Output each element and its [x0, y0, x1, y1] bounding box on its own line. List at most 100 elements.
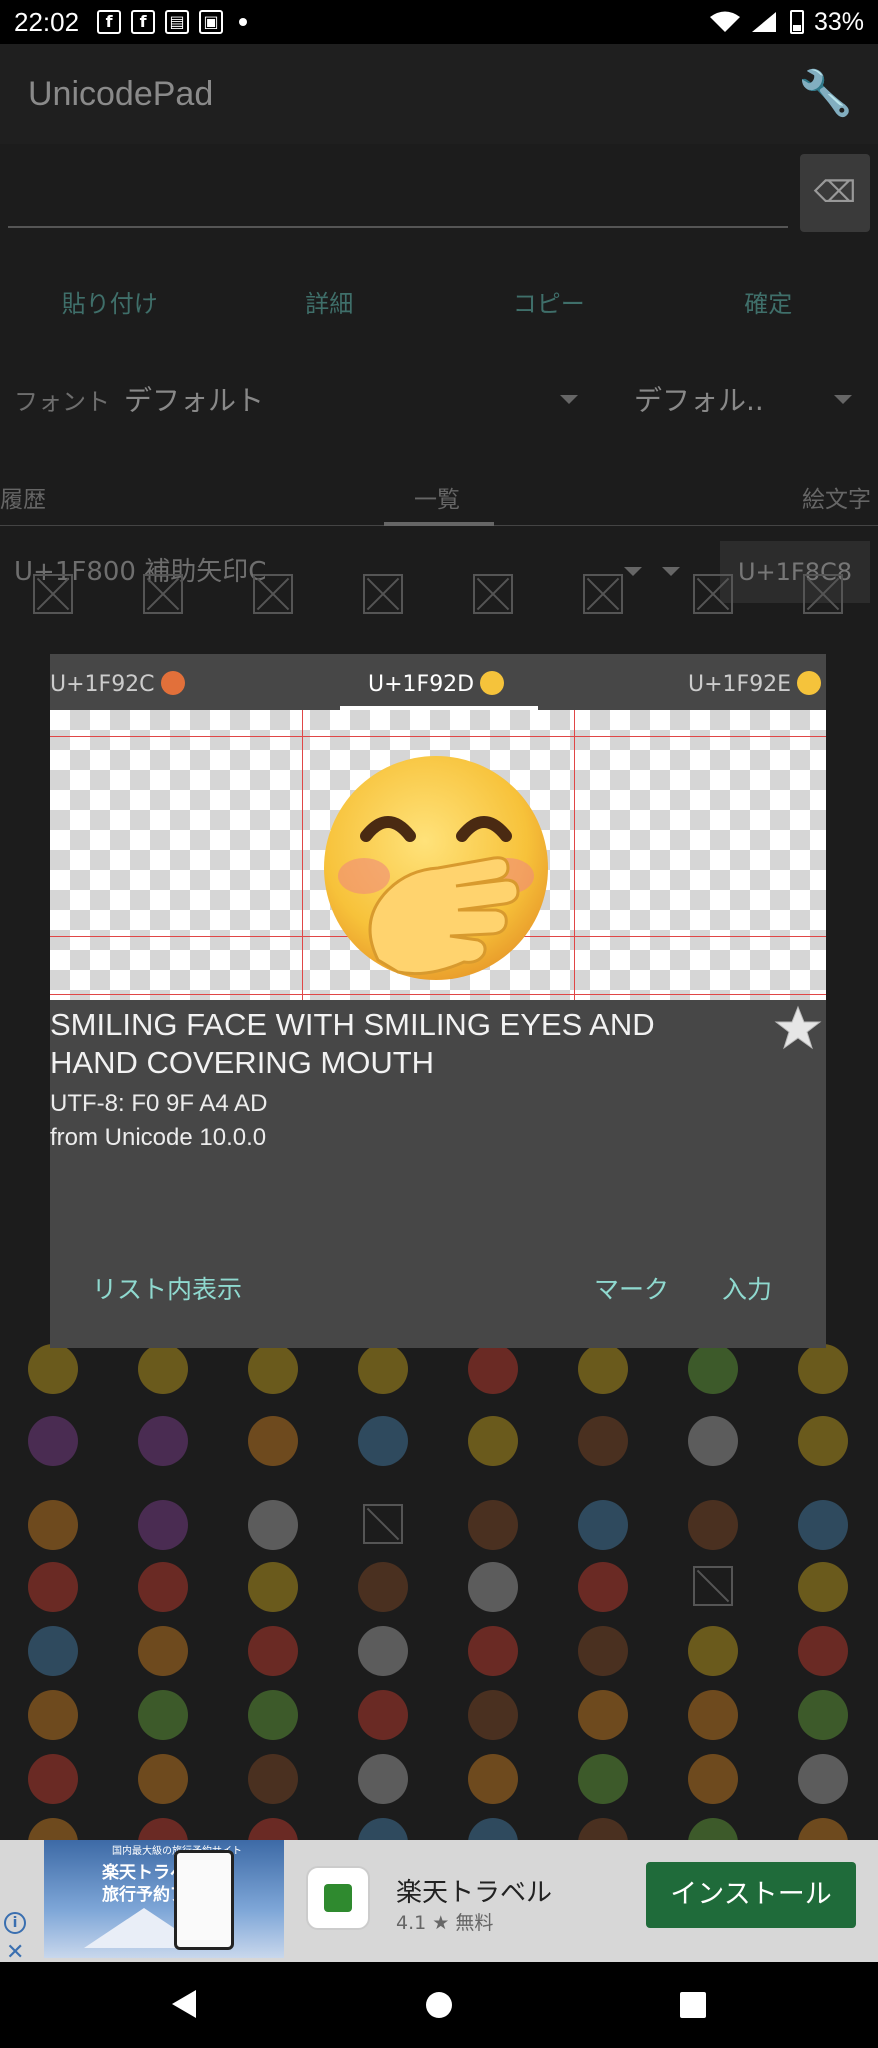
text-input[interactable] — [8, 226, 788, 228]
emoji-cell[interactable] — [138, 1626, 188, 1676]
home-icon[interactable] — [426, 1992, 452, 2018]
back-icon[interactable] — [172, 1990, 196, 2018]
char-cell[interactable] — [143, 574, 183, 614]
tab-prev-char[interactable]: U+1F92C — [50, 654, 185, 716]
emoji-cell[interactable] — [688, 1754, 738, 1804]
char-cell[interactable] — [33, 574, 73, 614]
jump-button[interactable]: U+1F8C8 — [720, 541, 870, 603]
emoji-cell[interactable] — [28, 1344, 78, 1394]
char-cell[interactable] — [693, 574, 733, 614]
emoji-cell[interactable] — [358, 1344, 408, 1394]
emoji-cell[interactable] — [468, 1690, 518, 1740]
ad-image[interactable]: 国内最大級の旅行予約サイト 楽天トラベル 旅行予約アプリ — [44, 1840, 284, 1958]
emoji-cell[interactable] — [248, 1626, 298, 1676]
signal-icon — [751, 12, 776, 32]
emoji-cell[interactable] — [468, 1416, 518, 1466]
emoji-cell[interactable] — [358, 1754, 408, 1804]
status-bar: 22:02 f f ▤ ▣ 33% — [0, 0, 878, 44]
favorite-star-icon[interactable] — [774, 1004, 822, 1052]
emoji-cell[interactable] — [578, 1690, 628, 1740]
emoji-cell[interactable] — [28, 1500, 78, 1550]
recents-icon[interactable] — [680, 1992, 706, 2018]
confirm-button[interactable]: 確定 — [659, 269, 878, 339]
emoji-cell[interactable] — [468, 1754, 518, 1804]
battery-percent: 33% — [813, 7, 864, 36]
char-cell[interactable] — [803, 574, 843, 614]
emoji-cell[interactable] — [248, 1500, 298, 1550]
tab-next-char[interactable]: U+1F92E — [688, 654, 822, 716]
emoji-cell[interactable] — [688, 1500, 738, 1550]
mark-button[interactable]: マーク — [594, 1270, 669, 1310]
tab-list[interactable]: 一覧 — [414, 474, 460, 526]
emoji-cell[interactable] — [138, 1416, 188, 1466]
wifi-icon — [709, 11, 740, 32]
emoji-cell[interactable] — [798, 1416, 848, 1466]
emoji-cell[interactable] — [138, 1562, 188, 1612]
emoji-cell[interactable] — [578, 1416, 628, 1466]
char-cell[interactable] — [363, 1504, 403, 1544]
emoji-cell[interactable] — [358, 1690, 408, 1740]
emoji-cell[interactable] — [28, 1690, 78, 1740]
backspace-button[interactable]: ⌫ — [800, 154, 870, 232]
emoji-cell[interactable] — [468, 1500, 518, 1550]
tab-emoji[interactable]: 絵文字 — [802, 474, 871, 526]
char-cell[interactable] — [363, 574, 403, 614]
emoji-cell[interactable] — [138, 1690, 188, 1740]
emoji-cell[interactable] — [28, 1562, 78, 1612]
chevron-down-icon — [560, 394, 579, 404]
utf8-bytes: UTF-8: F0 9F A4 AD — [50, 1090, 268, 1117]
emoji-cell[interactable] — [798, 1626, 848, 1676]
show-in-list-button[interactable]: リスト内表示 — [92, 1270, 242, 1310]
chevron-down-icon — [624, 567, 642, 576]
char-cell[interactable] — [583, 574, 623, 614]
emoji-cell[interactable] — [28, 1626, 78, 1676]
emoji-cell[interactable] — [798, 1754, 848, 1804]
char-cell[interactable] — [473, 574, 513, 614]
emoji-cell[interactable] — [798, 1562, 848, 1612]
font-select-2[interactable]: デフォル.. — [634, 379, 764, 419]
emoji-cell[interactable] — [468, 1562, 518, 1612]
emoji-cell[interactable] — [688, 1690, 738, 1740]
emoji-cell[interactable] — [798, 1690, 848, 1740]
emoji-cell[interactable] — [688, 1416, 738, 1466]
emoji-cell[interactable] — [248, 1416, 298, 1466]
ad-info-icon[interactable]: i — [4, 1912, 26, 1934]
emoji-cell[interactable] — [358, 1562, 408, 1612]
character-name: SMILING FACE WITH SMILING EYES AND HAND … — [50, 1007, 655, 1080]
emoji-cell[interactable] — [578, 1562, 628, 1612]
emoji-cell[interactable] — [248, 1344, 298, 1394]
emoji-cell[interactable] — [688, 1626, 738, 1676]
emoji-cell[interactable] — [798, 1344, 848, 1394]
settings-wrench-icon[interactable]: 🔧 — [798, 68, 853, 120]
emoji-cell[interactable] — [138, 1754, 188, 1804]
emoji-cell[interactable] — [138, 1344, 188, 1394]
emoji-cell[interactable] — [28, 1416, 78, 1466]
emoji-cell[interactable] — [578, 1626, 628, 1676]
emoji-cell[interactable] — [468, 1626, 518, 1676]
emoji-cell[interactable] — [248, 1754, 298, 1804]
input-button[interactable]: 入力 — [722, 1270, 772, 1310]
emoji-cell[interactable] — [358, 1416, 408, 1466]
emoji-cell[interactable] — [798, 1500, 848, 1550]
tab-history[interactable]: 履歴 — [0, 474, 46, 526]
emoji-cell[interactable] — [138, 1500, 188, 1550]
emoji-cell[interactable] — [468, 1344, 518, 1394]
ad-banner[interactable]: 国内最大級の旅行予約サイト 楽天トラベル 旅行予約アプリ i ✕ 楽天トラベル … — [0, 1840, 878, 1965]
facebook-icon: f — [131, 10, 156, 34]
install-button[interactable]: インストール — [646, 1862, 856, 1928]
font-row: フォント デフォルト デフォル.. — [0, 369, 878, 429]
emoji-cell[interactable] — [248, 1562, 298, 1612]
emoji-cell[interactable] — [28, 1754, 78, 1804]
copy-button[interactable]: コピー — [439, 269, 659, 339]
emoji-cell[interactable] — [578, 1500, 628, 1550]
emoji-cell[interactable] — [688, 1344, 738, 1394]
char-cell[interactable] — [253, 574, 293, 614]
details-button[interactable]: 詳細 — [220, 269, 440, 339]
char-cell[interactable] — [693, 1566, 733, 1606]
emoji-cell[interactable] — [578, 1754, 628, 1804]
paste-button[interactable]: 貼り付け — [0, 269, 220, 339]
font-select[interactable]: デフォルト — [124, 379, 264, 419]
emoji-cell[interactable] — [358, 1626, 408, 1676]
emoji-cell[interactable] — [578, 1344, 628, 1394]
emoji-cell[interactable] — [248, 1690, 298, 1740]
